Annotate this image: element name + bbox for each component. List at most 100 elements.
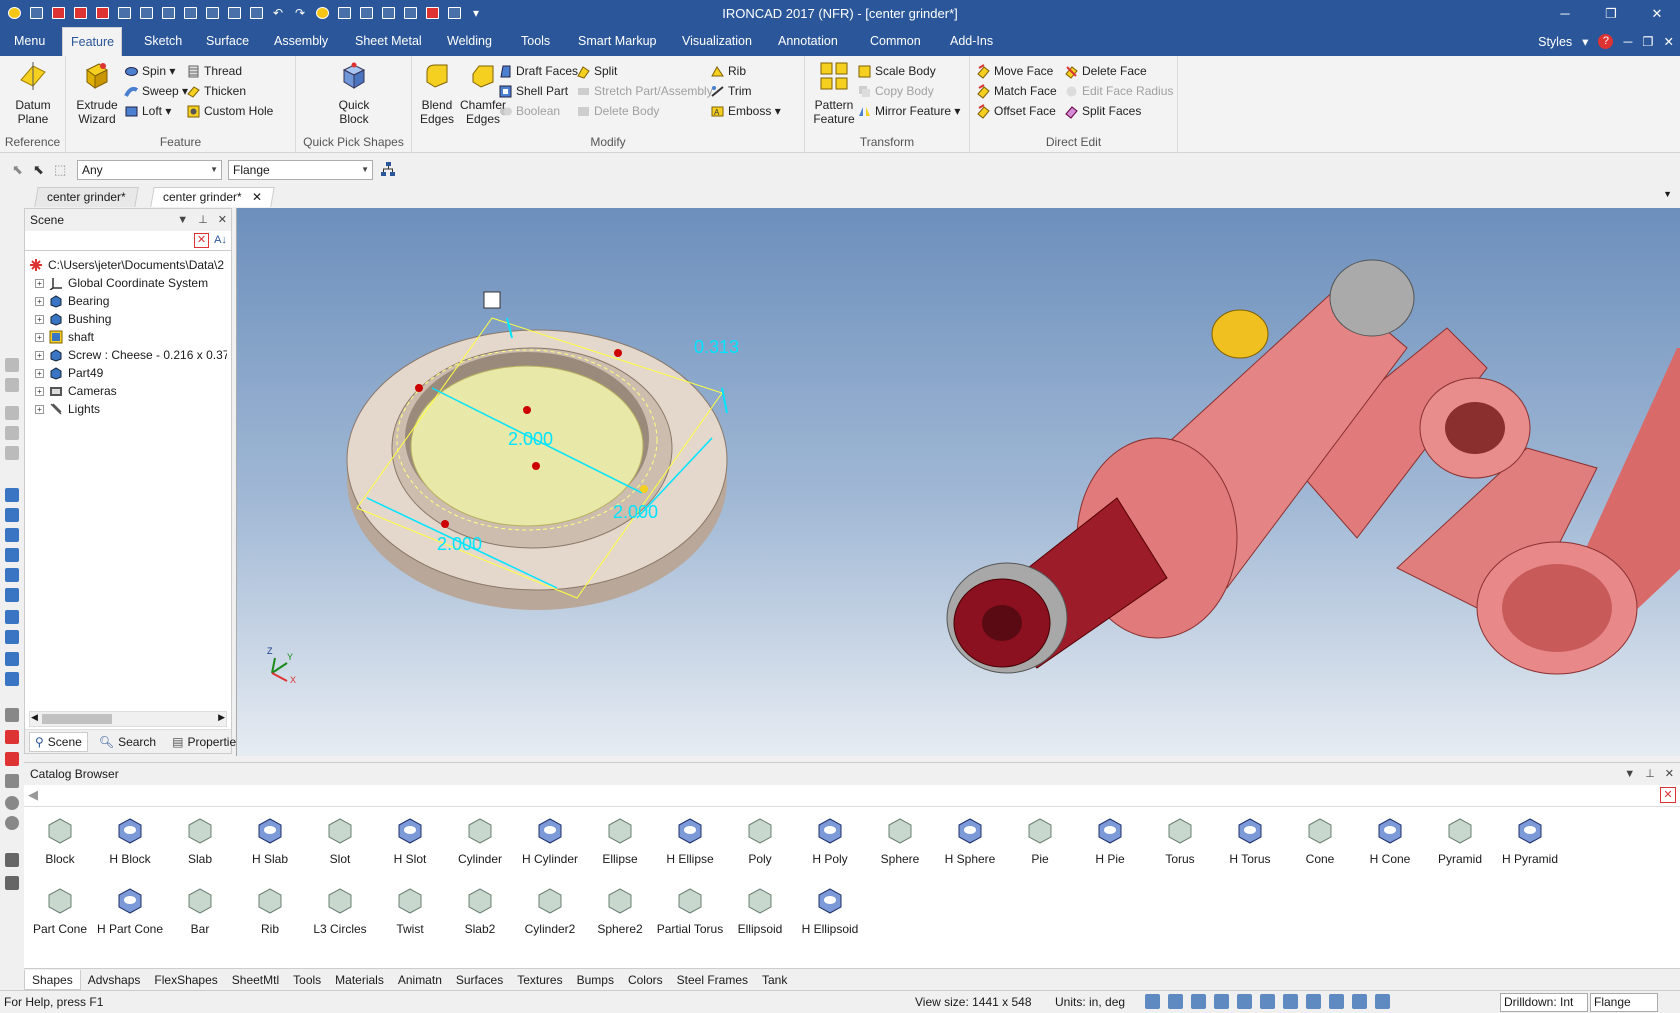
catalog-tab[interactable]: Bumps (570, 970, 621, 990)
view-cube-icon[interactable] (1191, 994, 1206, 1009)
spin-tool-icon[interactable] (5, 508, 19, 522)
catalog-tab[interactable]: Steel Frames (670, 970, 755, 990)
tool-2-icon[interactable] (5, 378, 19, 392)
tab-smart-markup[interactable]: Smart Markup (570, 27, 665, 56)
scroll-right-icon[interactable]: ▶ (218, 712, 225, 723)
expand-icon[interactable]: + (35, 314, 44, 324)
tree-item[interactable]: + Cameras (29, 382, 227, 400)
catalog-tab[interactable]: Materials (328, 970, 391, 990)
scroll-left-icon[interactable]: ◀ (31, 712, 38, 723)
column-tool-icon[interactable] (5, 876, 19, 890)
catalog-tab[interactable]: Advshaps (81, 970, 148, 990)
match-face-button[interactable]: Match Face (976, 81, 1057, 101)
catalog-dropdown-icon[interactable]: ▼ (1624, 763, 1635, 785)
tab-sheet-metal[interactable]: Sheet Metal (347, 27, 430, 56)
tree-item[interactable]: + Lights (29, 400, 227, 418)
measure-tool-icon[interactable] (5, 708, 19, 722)
dimension-label[interactable]: 2.000 (613, 502, 658, 522)
draft-faces-button[interactable]: Draft Faces (498, 61, 578, 81)
catalog-item[interactable]: Cone (1284, 815, 1356, 866)
loft-button[interactable]: Loft ▾ (124, 101, 171, 121)
datum-plane-button[interactable]: Datum Plane (8, 60, 58, 126)
ribbon-minimize-icon[interactable]: ─ (1623, 35, 1632, 49)
catalog-item[interactable]: Part Cone (24, 885, 96, 936)
back-arrow-icon[interactable]: ◀ (28, 787, 38, 803)
tab-welding[interactable]: Welding (439, 27, 500, 56)
styles-dropdown-icon[interactable]: ▾ (1582, 34, 1588, 49)
shell-tool-icon[interactable] (5, 588, 19, 602)
3d-viewport[interactable]: 0.313 2.000 2.000 2.000 Z Y X (236, 208, 1680, 756)
section-icon[interactable] (1329, 994, 1344, 1009)
zoom-icon[interactable] (1145, 994, 1160, 1009)
extrude-wizard-button[interactable]: Extrude Wizard (72, 60, 122, 126)
catalog-tab[interactable]: SheetMtl (225, 970, 286, 990)
expand-icon[interactable]: + (35, 386, 44, 396)
hidden-line-icon[interactable] (1352, 994, 1367, 1009)
panel-dropdown-icon[interactable]: ▼ (177, 209, 188, 231)
zoom-all-icon[interactable] (1168, 994, 1183, 1009)
orbit-icon[interactable] (1260, 994, 1275, 1009)
dimension-label[interactable]: 2.000 (508, 429, 553, 449)
split-button[interactable]: Split (576, 61, 617, 81)
catalog-tab[interactable]: Animatn (391, 970, 449, 990)
catalog-tab[interactable]: Shapes (24, 969, 81, 990)
split-faces-button[interactable]: Split Faces (1064, 101, 1141, 121)
close-button[interactable]: ✕ (1634, 0, 1680, 27)
pattern-feature-button[interactable]: Pattern Feature (809, 60, 859, 126)
tool-4-icon[interactable] (5, 426, 19, 440)
move-face-button[interactable]: Move Face (976, 61, 1053, 81)
catalog-item[interactable]: H Pyramid (1494, 815, 1566, 866)
panel-close-icon[interactable]: ✕ (218, 209, 227, 231)
selection-filter-dropdown[interactable]: Any ▼ (77, 160, 222, 180)
hierarchy-icon[interactable] (380, 161, 396, 177)
shell-part-button[interactable]: Shell Part (498, 81, 568, 101)
catalog-close-icon[interactable]: ✕ (1665, 763, 1674, 785)
catalog-item[interactable]: Sphere (864, 815, 936, 866)
thicken-button[interactable]: Thicken (186, 81, 246, 101)
catalog-item[interactable]: Sphere2 (584, 885, 656, 936)
catalog-tab[interactable]: Surfaces (449, 970, 510, 990)
catalog-item[interactable]: Ellipsoid (724, 885, 796, 936)
catalog-item[interactable]: H Cylinder (514, 815, 586, 866)
pan-icon[interactable] (1237, 994, 1252, 1009)
stretch-part-button[interactable]: Stretch Part/Assembly (576, 81, 713, 101)
blend-tool-icon[interactable] (5, 652, 19, 666)
catalog-item[interactable]: Bar (164, 885, 236, 936)
select-box-icon[interactable]: ⬚ (54, 162, 68, 177)
catalog-item[interactable]: Pie (1004, 815, 1076, 866)
expand-icon[interactable]: + (35, 368, 44, 378)
tree-root[interactable]: C:\Users\jeter\Documents\Data\2 (29, 256, 227, 274)
tool-1-icon[interactable] (5, 358, 19, 372)
catalog-item[interactable]: Torus (1144, 815, 1216, 866)
part-selector-dropdown[interactable]: Flange ▼ (228, 160, 373, 180)
delete-body-button[interactable]: Delete Body (576, 101, 659, 121)
scene-horizontal-scrollbar[interactable]: ◀ ▶ (29, 711, 227, 727)
catalog-tab[interactable]: Textures (510, 970, 569, 990)
draft-tool-icon[interactable] (5, 630, 19, 644)
tab-scene[interactable]: ⚲ Scene (29, 731, 88, 752)
catalog-pin-icon[interactable]: ⊥ (1645, 763, 1655, 785)
flange-part[interactable] (346, 329, 728, 610)
tree-item[interactable]: + Bearing (29, 292, 227, 310)
tree-item[interactable]: + shaft (29, 328, 227, 346)
catalog-item[interactable]: H Torus (1214, 815, 1286, 866)
tab-feature[interactable]: Feature (62, 27, 122, 56)
delete-face-button[interactable]: Delete Face (1064, 61, 1147, 81)
doc-tab-close-icon[interactable]: ✕ (252, 188, 262, 206)
catalog-clear-icon[interactable]: ✕ (1660, 787, 1676, 803)
expand-icon[interactable]: + (35, 278, 44, 288)
mirror-feature-button[interactable]: Mirror Feature ▾ (857, 101, 960, 121)
tab-surface[interactable]: Surface (198, 27, 257, 56)
catalog-item[interactable]: H Block (94, 815, 166, 866)
copy-body-button[interactable]: Copy Body (857, 81, 934, 101)
catalog-tab[interactable]: Tools (286, 970, 328, 990)
sketch-tool-icon[interactable] (5, 730, 19, 744)
styles-menu[interactable]: Styles (1538, 35, 1572, 49)
status-part-dropdown[interactable]: Flange (1590, 993, 1658, 1012)
view-front-icon[interactable] (1214, 994, 1229, 1009)
circle-tool-icon[interactable] (5, 796, 19, 810)
line-tool-icon[interactable] (5, 853, 19, 867)
spin-button[interactable]: Spin ▾ (124, 61, 175, 81)
minimize-button[interactable]: ─ (1542, 0, 1588, 27)
chamfer-tool-icon[interactable] (5, 672, 19, 686)
